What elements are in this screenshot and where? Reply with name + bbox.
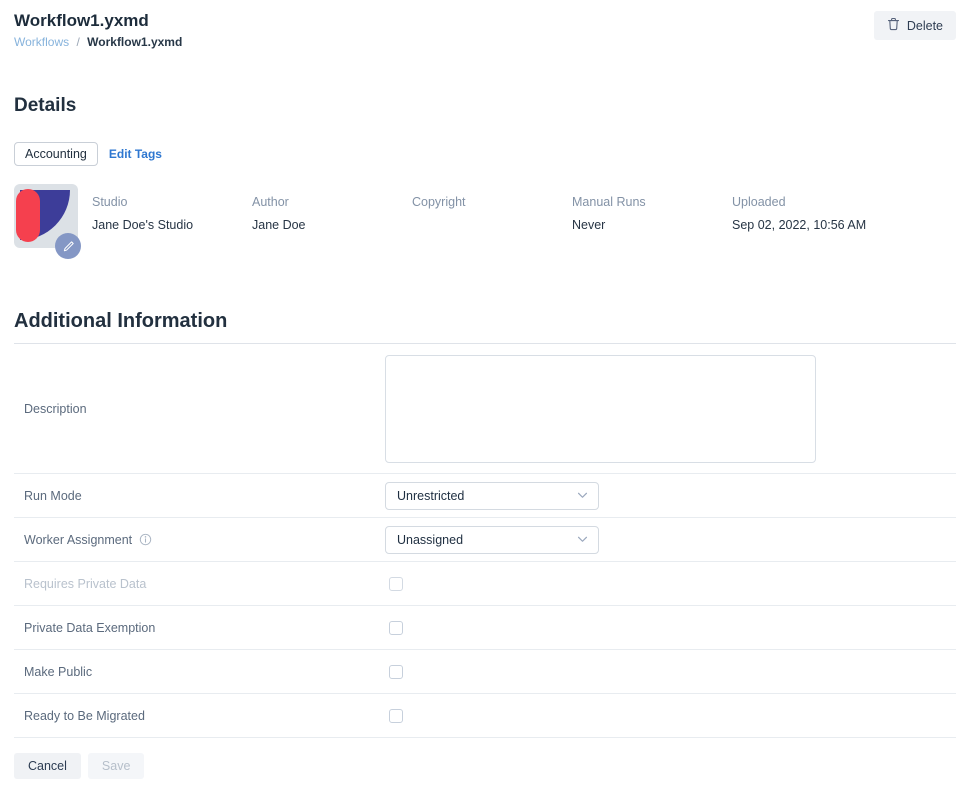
tag-chip: Accounting (14, 142, 98, 166)
private-data-exemption-row: Private Data Exemption (14, 606, 956, 650)
chevron-down-icon (577, 536, 588, 543)
delete-button-label: Delete (907, 19, 943, 33)
workflow-icon (14, 184, 78, 248)
edit-tags-link[interactable]: Edit Tags (109, 147, 162, 161)
field-label: Author (252, 195, 412, 209)
info-circle-icon (139, 533, 152, 546)
requires-private-data-label: Requires Private Data (14, 577, 385, 591)
field-value (412, 218, 572, 232)
field-value: Never (572, 218, 732, 232)
run-mode-row: Run Mode Unrestricted (14, 474, 956, 518)
description-label: Description (14, 402, 385, 416)
details-section: Details Accounting Edit Tags Studio (14, 95, 956, 248)
field-studio: Studio Jane Doe's Studio (92, 184, 252, 248)
field-label: Uploaded (732, 195, 892, 209)
worker-assignment-value: Unassigned (397, 533, 463, 547)
field-uploaded: Uploaded Sep 02, 2022, 10:56 AM (732, 184, 892, 248)
breadcrumb-workflows-link[interactable]: Workflows (14, 35, 69, 49)
page-title: Workflow1.yxmd (14, 10, 182, 31)
worker-assignment-select[interactable]: Unassigned (385, 526, 599, 554)
field-value: Sep 02, 2022, 10:56 AM (732, 218, 892, 232)
description-row: Description (14, 344, 956, 474)
workflow-details-page: Workflow1.yxmd Workflows / Workflow1.yxm… (0, 0, 970, 790)
description-textarea[interactable] (385, 355, 816, 463)
ready-to-be-migrated-row: Ready to Be Migrated (14, 694, 956, 738)
page-header: Workflow1.yxmd Workflows / Workflow1.yxm… (14, 10, 956, 49)
additional-information-section: Additional Information Description Run M… (14, 310, 956, 790)
run-mode-label: Run Mode (14, 489, 385, 503)
additional-info-form: Description Run Mode Unrestricted (14, 343, 956, 738)
field-value: Jane Doe's Studio (92, 218, 252, 232)
additional-info-heading: Additional Information (14, 310, 956, 333)
title-block: Workflow1.yxmd Workflows / Workflow1.yxm… (14, 10, 182, 49)
worker-assignment-label-text: Worker Assignment (24, 533, 132, 547)
save-button: Save (88, 753, 145, 779)
requires-private-data-row: Requires Private Data (14, 562, 956, 606)
run-mode-value: Unrestricted (397, 489, 464, 503)
field-label: Copyright (412, 195, 572, 209)
field-value: Jane Doe (252, 218, 412, 232)
private-data-exemption-label: Private Data Exemption (14, 621, 385, 635)
form-actions: Cancel Save (14, 753, 956, 790)
requires-private-data-checkbox (389, 577, 403, 591)
make-public-checkbox[interactable] (389, 665, 403, 679)
cancel-button[interactable]: Cancel (14, 753, 81, 779)
delete-button[interactable]: Delete (874, 11, 956, 40)
workflow-info-row: Studio Jane Doe's Studio Author Jane Doe… (14, 184, 956, 248)
private-data-exemption-checkbox[interactable] (389, 621, 403, 635)
breadcrumb-separator: / (76, 35, 79, 49)
tag-row: Accounting Edit Tags (14, 141, 956, 166)
field-label: Studio (92, 195, 252, 209)
breadcrumb-current: Workflow1.yxmd (87, 35, 182, 49)
trash-icon (887, 17, 900, 34)
pencil-icon (61, 239, 76, 254)
run-mode-select[interactable]: Unrestricted (385, 482, 599, 510)
field-copyright: Copyright (412, 184, 572, 248)
worker-assignment-label: Worker Assignment (14, 533, 385, 547)
field-manual-runs: Manual Runs Never (572, 184, 732, 248)
field-label: Manual Runs (572, 195, 732, 209)
chevron-down-icon (577, 492, 588, 499)
make-public-row: Make Public (14, 650, 956, 694)
make-public-label: Make Public (14, 665, 385, 679)
edit-icon-button[interactable] (55, 233, 81, 259)
ready-to-be-migrated-checkbox[interactable] (389, 709, 403, 723)
worker-assignment-row: Worker Assignment Unassigned (14, 518, 956, 562)
field-author: Author Jane Doe (252, 184, 412, 248)
breadcrumb: Workflows / Workflow1.yxmd (14, 35, 182, 49)
ready-to-be-migrated-label: Ready to Be Migrated (14, 709, 385, 723)
details-heading: Details (14, 95, 956, 117)
